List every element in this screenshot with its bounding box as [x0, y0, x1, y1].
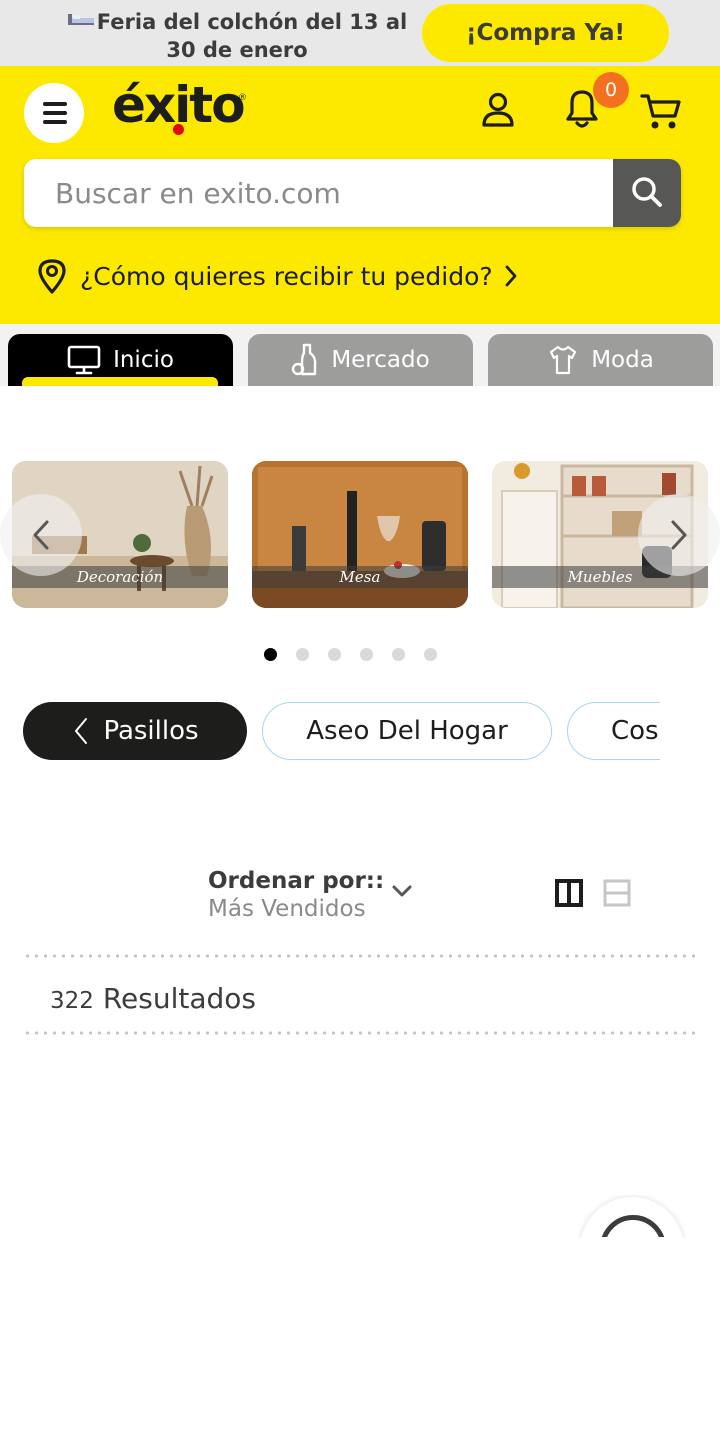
grid-view-icon[interactable] [555, 879, 583, 907]
aisles-back-button[interactable]: Pasillos [23, 702, 247, 760]
carousel-dot[interactable] [264, 648, 277, 661]
carousel-prev-button[interactable] [0, 494, 82, 576]
delivery-selector[interactable]: ¿Cómo quieres recibir tu pedido? [36, 254, 519, 298]
bottle-icon [291, 343, 319, 377]
user-account-button[interactable] [481, 92, 515, 132]
aisle-chip[interactable]: Cos [567, 702, 660, 760]
header: éxito ® 0 Buscar en exito.com ¿Cómo quie… [0, 66, 720, 324]
search-button[interactable] [613, 159, 681, 227]
tab-label: Moda [591, 347, 654, 373]
search-icon [632, 176, 662, 207]
dotted-divider [23, 1031, 699, 1035]
category-card-mesa[interactable]: Mesa [252, 461, 468, 608]
cart-icon [640, 94, 681, 129]
department-tabs: Inicio Mercado Moda [0, 324, 720, 386]
promo-text: Feria del colchón del 13 al 30 de enero [96, 10, 408, 62]
logo-registered-mark: ® [238, 93, 247, 103]
help-button[interactable] [578, 1195, 686, 1237]
tab-mercado[interactable]: Mercado [248, 334, 473, 386]
promo-text-wrap: Feria del colchón del 13 al 30 de enero [62, 5, 412, 64]
chevron-right-icon [505, 265, 517, 287]
help-button-circle [580, 1197, 684, 1237]
carousel-dot[interactable] [328, 648, 341, 661]
sort-label: Ordenar por:: [208, 868, 385, 894]
carousel-dot[interactable] [296, 648, 309, 661]
location-pin-icon [38, 259, 66, 294]
tab-inicio[interactable]: Inicio [8, 334, 233, 386]
delivery-prompt: ¿Cómo quieres recibir tu pedido? [80, 261, 493, 291]
results-count: 322 Resultados [50, 982, 256, 1015]
menu-button[interactable] [24, 83, 84, 143]
carousel-next-button[interactable] [638, 494, 720, 576]
aisles-bar: Pasillos Aseo Del Hogar Cos [0, 695, 660, 767]
list-view-icon[interactable] [603, 879, 631, 907]
shirt-icon [547, 344, 579, 376]
monitor-icon [67, 345, 101, 375]
results-number: 322 [50, 988, 94, 1014]
sort-value: Más Vendidos [208, 896, 366, 922]
help-icon [600, 1215, 666, 1237]
chevron-left-icon [75, 718, 88, 744]
aisles-back-label: Pasillos [103, 716, 199, 746]
notifications-count-badge: 0 [593, 72, 629, 108]
aisle-chip[interactable]: Aseo Del Hogar [262, 702, 552, 760]
carousel-pagination [264, 648, 437, 661]
chevron-down-icon [392, 885, 412, 897]
page: Feria del colchón del 13 al 30 de enero … [0, 0, 720, 1452]
aisle-chip-label: Aseo Del Hogar [306, 716, 508, 746]
chevron-left-icon [33, 520, 49, 550]
logo-dot [173, 124, 184, 135]
carousel-dot[interactable] [360, 648, 373, 661]
card-label: Mesa [252, 566, 468, 588]
tab-moda[interactable]: Moda [488, 334, 713, 386]
search-bar [24, 159, 681, 227]
user-icon [482, 92, 514, 127]
bed-icon [67, 5, 95, 25]
buy-now-button[interactable]: ¡Compra Ya! [422, 4, 669, 62]
cart-button[interactable] [640, 92, 682, 136]
search-input[interactable] [24, 159, 613, 227]
results-label: Resultados [102, 982, 256, 1015]
promo-bar: Feria del colchón del 13 al 30 de enero … [0, 0, 720, 66]
aisle-chip-label: Cos [611, 716, 659, 746]
tab-label: Inicio [113, 347, 174, 373]
carousel-dot[interactable] [424, 648, 437, 661]
chevron-right-icon [671, 520, 687, 550]
carousel-dot[interactable] [392, 648, 405, 661]
dotted-divider [23, 954, 699, 958]
tab-label: Mercado [331, 347, 430, 373]
